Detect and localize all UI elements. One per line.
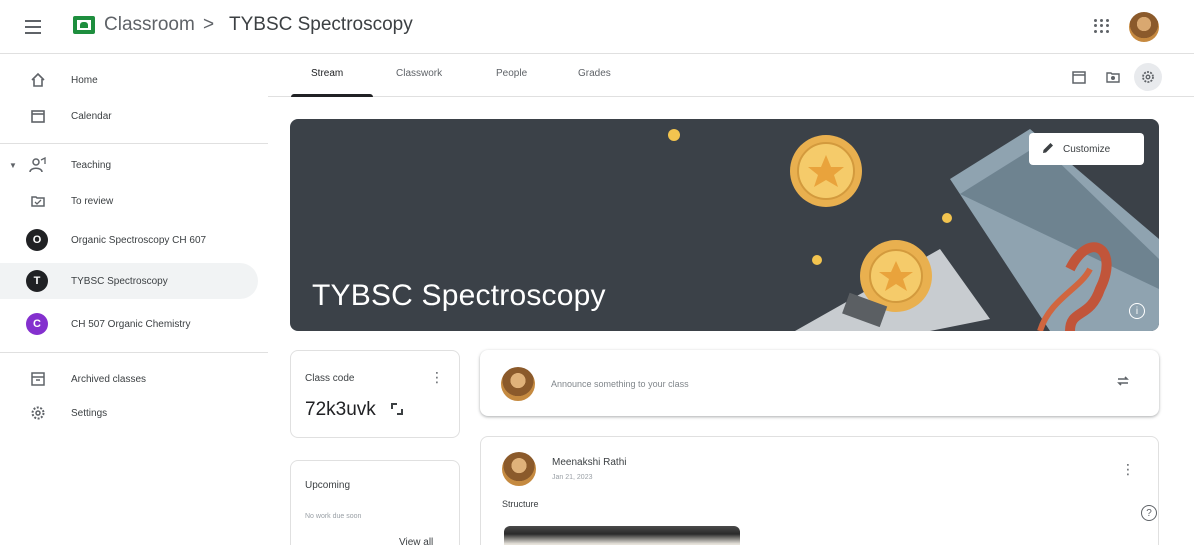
sidebar-item-label: Calendar — [71, 110, 112, 122]
upcoming-note: No work due soon — [305, 513, 362, 520]
tab-people[interactable]: People — [496, 68, 527, 79]
class-tabs: Stream Classwork People Grades — [268, 55, 1194, 97]
app-name[interactable]: Classroom — [104, 14, 195, 36]
customize-label: Customize — [1063, 143, 1111, 155]
sidebar-item-label: CH 507 Organic Chemistry — [71, 318, 191, 330]
sidebar-item-to-review[interactable]: To review — [0, 183, 258, 219]
tab-grades[interactable]: Grades — [578, 68, 611, 79]
sidebar-item-organic-spectroscopy[interactable]: O Organic Spectroscopy CH 607 — [0, 222, 258, 258]
top-bar: Classroom > TYBSC Spectroscopy — [0, 0, 1194, 54]
stream-post: Meenakshi Rathi Jan 21, 2023 ⋮ Structure — [480, 436, 1159, 545]
class-code-value: 72k3uvk — [305, 399, 376, 420]
class-name: TYBSC Spectroscopy — [229, 14, 413, 35]
class-badge: T — [26, 270, 48, 292]
sidebar-item-teaching[interactable]: ▼ Teaching — [0, 147, 258, 183]
settings-icon — [29, 404, 47, 422]
teaching-icon — [29, 156, 47, 174]
view-all-link[interactable]: View all — [399, 537, 433, 545]
class-badge: O — [26, 229, 48, 251]
divider — [0, 143, 268, 144]
customize-button[interactable]: Customize — [1029, 133, 1144, 165]
post-body: Structure — [502, 499, 539, 509]
sidebar-item-label: To review — [71, 195, 114, 207]
sidebar-item-archived[interactable]: Archived classes — [0, 361, 258, 397]
breadcrumb-separator: > — [203, 14, 215, 35]
sidebar-item-home[interactable]: Home — [0, 62, 258, 98]
main-menu-icon[interactable] — [22, 16, 44, 38]
avatar — [501, 367, 535, 401]
more-vert-icon[interactable]: ⋮ — [1121, 461, 1135, 478]
sidebar-item-label: Organic Spectroscopy CH 607 — [71, 234, 207, 246]
sidebar-item-organic-chemistry[interactable]: C CH 507 Organic Chemistry — [0, 306, 258, 342]
tab-stream[interactable]: Stream — [311, 68, 343, 79]
class-code-card: Class code ⋮ 72k3uvk — [290, 350, 460, 438]
avatar — [502, 452, 536, 486]
more-vert-icon[interactable]: ⋮ — [430, 369, 444, 386]
divider — [0, 352, 268, 353]
sidebar-item-label: Settings — [71, 407, 108, 419]
collapse-caret-icon[interactable]: ▼ — [9, 161, 17, 170]
class-badge: C — [26, 313, 48, 335]
fullscreen-icon[interactable] — [391, 403, 403, 415]
class-code-label: Class code — [305, 373, 355, 384]
banner-title: TYBSC Spectroscopy — [312, 279, 606, 312]
sidebar-item-settings[interactable]: Settings — [0, 395, 258, 431]
announce-placeholder: Announce something to your class — [551, 379, 689, 389]
account-avatar[interactable] — [1129, 12, 1159, 42]
sidebar-item-calendar[interactable]: Calendar — [0, 98, 258, 134]
class-settings-icon[interactable] — [1134, 63, 1162, 91]
post-author: Meenakshi Rathi — [552, 457, 627, 468]
classroom-logo-icon[interactable] — [73, 16, 95, 34]
archive-icon — [29, 370, 47, 388]
sidebar-item-label: Teaching — [71, 159, 112, 171]
pencil-icon — [1041, 141, 1055, 158]
upcoming-card: Upcoming No work due soon View all — [290, 460, 460, 545]
help-icon[interactable]: ? — [1141, 505, 1157, 521]
repost-icon[interactable] — [1115, 373, 1131, 393]
calendar-icon[interactable] — [1069, 67, 1089, 87]
sidebar-item-label: TYBSC Spectroscopy — [71, 275, 168, 287]
to-review-icon — [29, 192, 47, 210]
home-icon — [29, 71, 47, 89]
sidebar: Home Calendar ▼ Teaching To review O Org… — [0, 55, 268, 545]
upcoming-title: Upcoming — [305, 480, 351, 491]
info-icon[interactable]: i — [1129, 303, 1145, 319]
calendar-icon — [29, 107, 47, 125]
post-date: Jan 21, 2023 — [552, 474, 593, 481]
drive-folder-icon[interactable] — [1103, 67, 1123, 87]
apps-grid-icon[interactable] — [1092, 17, 1110, 35]
announce-box[interactable]: Announce something to your class — [480, 350, 1159, 416]
post-image-attachment[interactable] — [504, 526, 740, 545]
class-banner: TYBSC Spectroscopy Customize i — [290, 119, 1159, 331]
sidebar-item-tybsc-spectroscopy[interactable]: T TYBSC Spectroscopy — [0, 263, 258, 299]
tab-classwork[interactable]: Classwork — [396, 68, 442, 79]
active-tab-indicator — [291, 94, 373, 97]
sidebar-item-label: Home — [71, 74, 98, 86]
sidebar-item-label: Archived classes — [71, 373, 147, 385]
